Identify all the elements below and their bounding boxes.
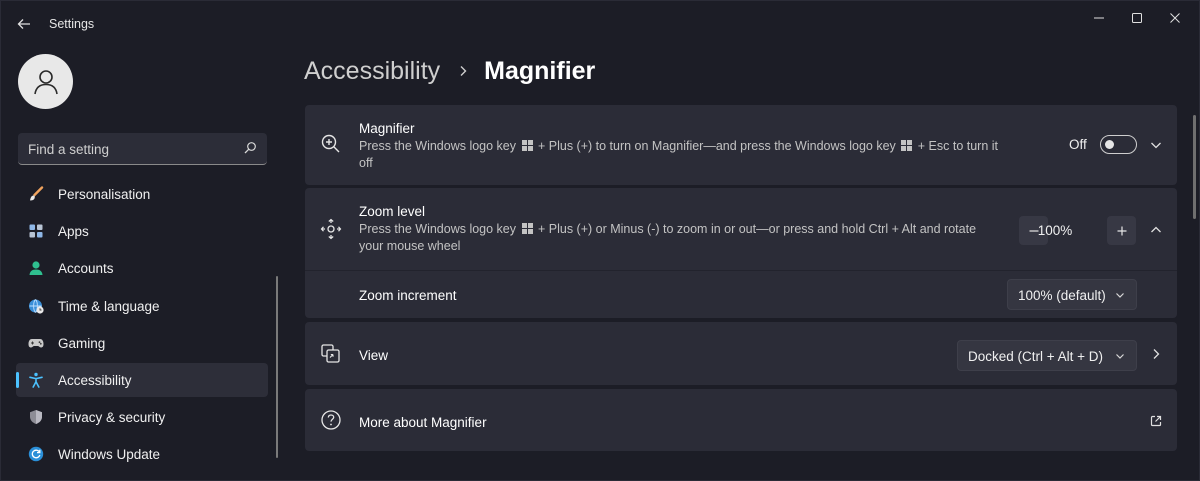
view-value: Docked (Ctrl + Alt + D)	[968, 349, 1104, 364]
sidebar-item-label: Apps	[58, 224, 89, 240]
move-arrows-icon	[320, 218, 342, 240]
sidebar-item-time-language[interactable]: Time & language	[16, 289, 268, 323]
gamepad-icon	[28, 338, 44, 348]
windows-logo-icon	[521, 140, 533, 151]
maximize-icon	[1132, 13, 1142, 23]
title-bar: Settings	[1, 1, 1200, 45]
more-about-magnifier-title: More about Magnifier	[359, 415, 487, 430]
zoom-level-value: 100%	[1037, 223, 1073, 238]
accounts-icon	[29, 261, 43, 276]
page-title: Magnifier	[484, 57, 596, 85]
sidebar-scrollbar[interactable]	[276, 276, 278, 458]
view-title: View	[359, 348, 389, 363]
plus-icon	[1117, 226, 1126, 235]
apps-icon	[29, 224, 43, 238]
sidebar-item-label: Time & language	[58, 298, 160, 314]
minimize-button[interactable]	[1079, 7, 1119, 29]
zoom-increment-value: 100% (default)	[1018, 288, 1106, 303]
zoom-increment-label: Zoom increment	[359, 288, 457, 303]
chevron-down-icon	[1116, 293, 1124, 298]
external-link-icon[interactable]	[1149, 414, 1163, 428]
chevron-right-icon[interactable]	[1149, 347, 1163, 361]
chevron-up-icon[interactable]	[1149, 223, 1163, 237]
search-icon[interactable]	[243, 141, 257, 155]
active-indicator	[16, 371, 19, 388]
update-icon	[28, 447, 44, 462]
sidebar-item-label: Accessibility	[58, 372, 132, 388]
sidebar-item-label: Windows Update	[58, 447, 161, 463]
sidebar-item-label: Accounts	[58, 261, 114, 277]
help-icon	[321, 410, 341, 430]
globe-clock-icon	[29, 298, 44, 314]
view-modes-icon	[321, 344, 340, 363]
view-card[interactable]: View Docked (Ctrl + Alt + D)	[305, 322, 1177, 385]
main-scrollbar[interactable]	[1193, 115, 1196, 219]
sidebar-item-apps[interactable]: Apps	[16, 214, 268, 248]
breadcrumb-parent[interactable]: Accessibility	[304, 57, 440, 86]
zoom-level-description: Press the Windows logo key + Plus (+) or…	[359, 221, 999, 255]
shield-icon	[30, 410, 42, 425]
sidebar-nav: Personalisation Apps Accounts Time & lan…	[16, 177, 268, 475]
sidebar-item-windows-update[interactable]: Windows Update	[16, 437, 268, 471]
magnifier-title: Magnifier	[359, 121, 415, 136]
zoom-level-title: Zoom level	[359, 204, 426, 219]
magnifier-toggle[interactable]	[1100, 135, 1137, 154]
toggle-knob	[1105, 140, 1114, 149]
sidebar-item-personalisation[interactable]: Personalisation	[16, 177, 268, 211]
sidebar-item-accounts[interactable]: Accounts	[16, 251, 268, 285]
user-icon	[33, 69, 58, 94]
sidebar-item-privacy-security[interactable]: Privacy & security	[16, 400, 268, 434]
magnifier-desc-text-1: Press the Windows logo key	[359, 139, 517, 153]
app-title: Settings	[49, 17, 95, 31]
paintbrush-icon	[30, 186, 44, 201]
search-input[interactable]	[28, 133, 228, 165]
close-icon	[1170, 13, 1180, 23]
breadcrumb: Accessibility Magnifier	[304, 57, 595, 86]
breadcrumb-separator	[458, 61, 468, 82]
sidebar-item-label: Personalisation	[58, 187, 151, 202]
back-button[interactable]	[13, 13, 35, 35]
magnifier-description: Press the Windows logo key + Plus (+) to…	[359, 138, 999, 172]
zoom-in-icon	[321, 134, 340, 153]
zoom-in-button[interactable]	[1107, 216, 1136, 245]
chevron-down-icon	[1116, 354, 1124, 359]
windows-logo-icon	[521, 223, 533, 234]
back-arrow-icon	[17, 19, 30, 29]
zoom-desc-text-1: Press the Windows logo key	[359, 222, 517, 236]
zoom-increment-dropdown[interactable]: 100% (default)	[1007, 279, 1137, 310]
chevron-down-icon[interactable]	[1149, 138, 1163, 152]
sidebar-item-accessibility[interactable]: Accessibility	[16, 362, 268, 397]
magnifier-desc-text-2: + Plus (+) to turn on Magnifier—and pres…	[537, 139, 896, 153]
magnifier-card[interactable]: Magnifier Press the Windows logo key + P…	[305, 105, 1177, 185]
more-about-magnifier-card[interactable]: More about Magnifier	[305, 389, 1177, 451]
magnifier-toggle-label: Off	[1069, 137, 1087, 152]
settings-window: Settings Personalisati	[0, 0, 1200, 481]
divider	[305, 270, 1177, 271]
minimize-icon	[1094, 17, 1104, 19]
sidebar-item-label: Gaming	[58, 335, 106, 351]
accessibility-icon	[29, 372, 43, 388]
windows-logo-icon	[901, 140, 913, 151]
sidebar-item-label: Privacy & security	[58, 410, 166, 426]
maximize-button[interactable]	[1117, 7, 1157, 29]
view-dropdown[interactable]: Docked (Ctrl + Alt + D)	[957, 340, 1137, 371]
user-avatar[interactable]	[18, 54, 73, 109]
sidebar-item-gaming[interactable]: Gaming	[16, 326, 268, 360]
zoom-level-card: Zoom level Press the Windows logo key + …	[305, 188, 1177, 318]
close-button[interactable]	[1155, 7, 1195, 29]
chevron-right-icon	[460, 66, 467, 76]
search-box	[18, 133, 267, 165]
